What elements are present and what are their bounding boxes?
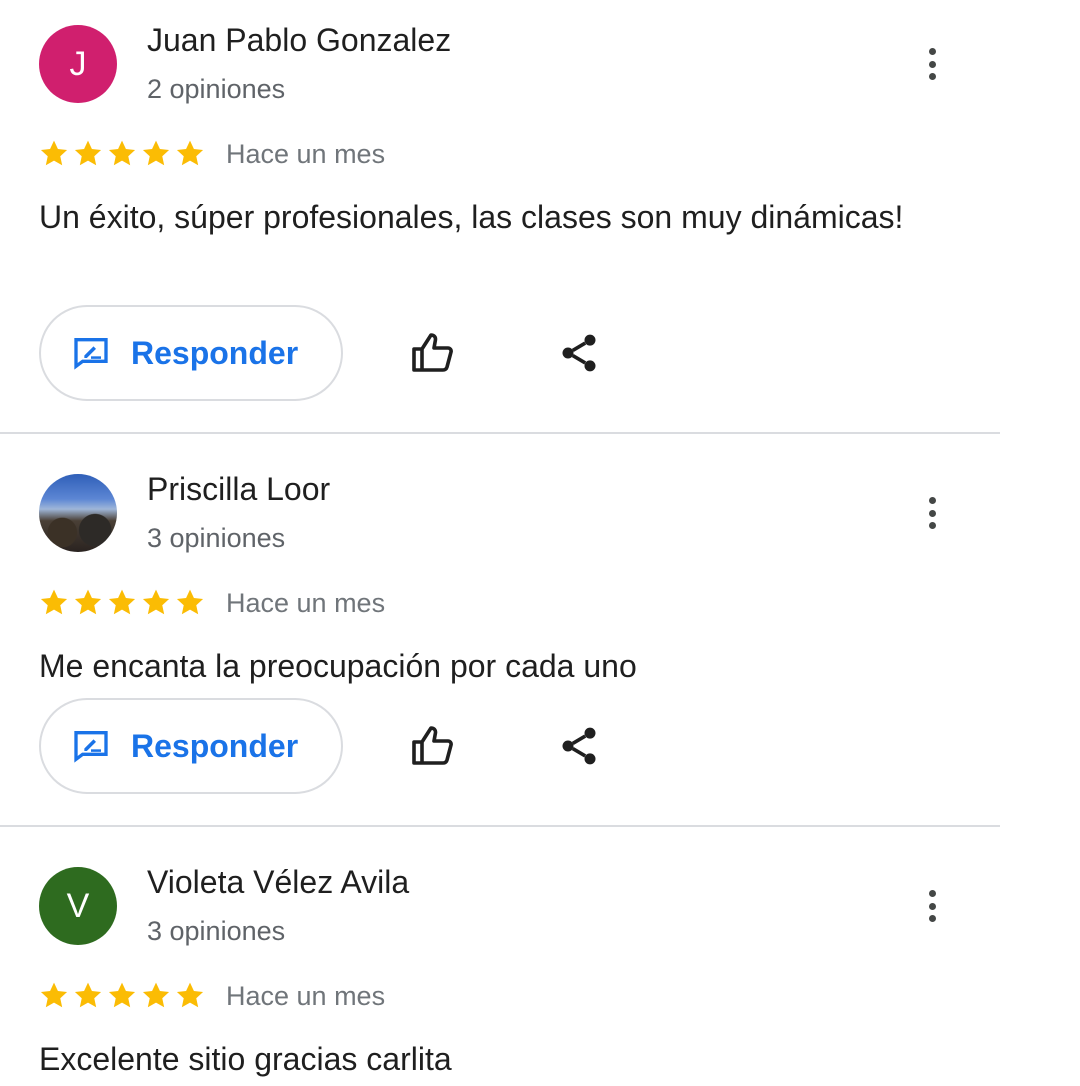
rating-row: Hace un mes [38,980,385,1012]
star-icon [74,140,102,166]
star-icon [40,982,68,1008]
rating-row: Hace un mes [38,587,385,619]
star-icon [108,982,136,1008]
star-rating [38,587,206,619]
rating-row: Hace un mes [38,138,385,170]
divider [0,432,1000,434]
star-icon [74,589,102,615]
star-icon [142,982,170,1008]
review-actions: Responder [39,305,601,401]
review-date: Hace un mes [226,587,386,618]
reply-button[interactable]: Responder [39,698,343,794]
review-date: Hace un mes [226,138,386,169]
star-icon [176,589,204,615]
avatar[interactable]: J [39,25,117,103]
reviewer-name[interactable]: Juan Pablo Gonzalez [147,22,451,59]
star-rating [38,138,206,170]
reply-label: Responder [131,727,299,764]
star-icon [74,982,102,1008]
star-rating [38,980,206,1012]
star-icon [142,589,170,615]
review-count: 3 opiniones [147,523,286,553]
divider [0,825,1000,827]
star-icon [176,982,204,1008]
review-count: 3 opiniones [147,916,286,946]
thumb-up-icon[interactable] [409,329,457,377]
reviewer-name[interactable]: Violeta Vélez Avila [147,864,409,901]
review-count: 2 opiniones [147,74,286,104]
star-icon [40,140,68,166]
share-icon[interactable] [557,331,601,375]
reviewer-name[interactable]: Priscilla Loor [147,471,330,508]
review-actions: Responder [39,698,601,794]
reply-label: Responder [131,334,299,371]
avatar[interactable]: V [39,867,117,945]
reply-review-icon [74,731,108,763]
star-icon [108,140,136,166]
star-icon [176,140,204,166]
more-vert-icon[interactable] [916,493,948,533]
reply-review-icon [74,338,108,370]
more-vert-icon[interactable] [916,44,948,84]
review-text: Un éxito, súper profesionales, las clase… [39,199,904,235]
thumb-up-icon[interactable] [409,722,457,770]
more-vert-icon[interactable] [916,886,948,926]
review-date: Hace un mes [226,980,386,1011]
star-icon [40,589,68,615]
review-text: Me encanta la preocupación por cada uno [39,648,637,684]
avatar-photo[interactable] [39,474,117,552]
star-icon [142,140,170,166]
share-icon[interactable] [557,724,601,768]
star-icon [108,589,136,615]
review-text: Excelente sitio gracias carlita [39,1041,452,1077]
reply-button[interactable]: Responder [39,305,343,401]
